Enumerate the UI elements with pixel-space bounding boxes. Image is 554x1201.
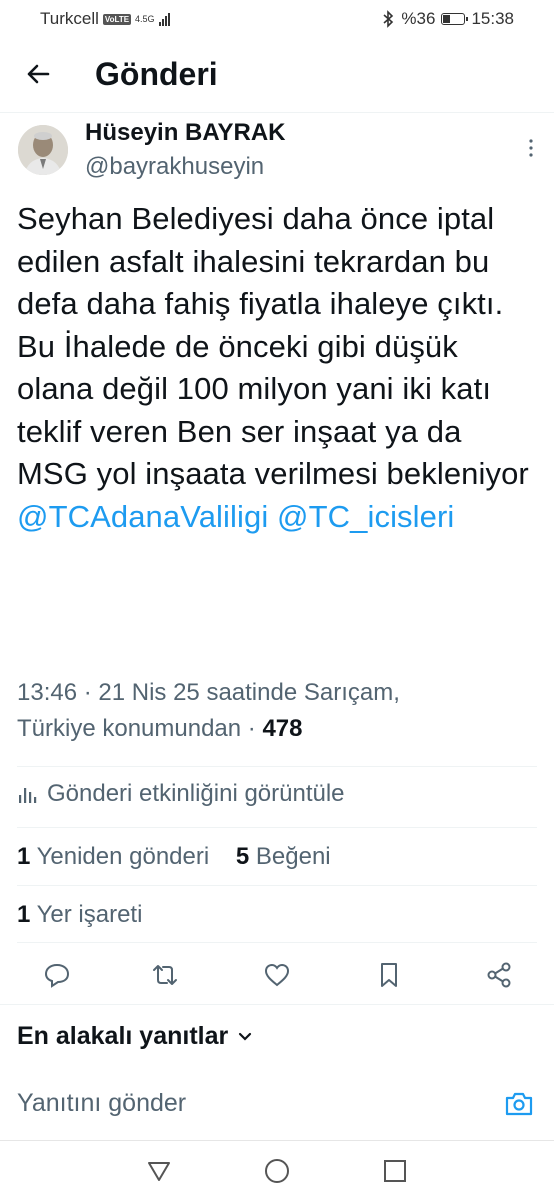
battery-icon — [441, 13, 469, 25]
author-name[interactable]: Hüseyin BAYRAK — [85, 119, 286, 147]
bookmarks-count: 1 — [17, 901, 31, 928]
mention-link[interactable]: @TCAdanaValiligi — [17, 499, 268, 534]
location-views: Türkiye konumundan · 478 — [17, 711, 537, 747]
bookmark-icon[interactable] — [374, 960, 404, 990]
divider — [17, 827, 537, 828]
status-left: Turkcell VoLTE 4.5G — [40, 9, 170, 29]
action-bar — [0, 955, 554, 997]
avatar[interactable] — [18, 125, 68, 175]
nav-back-icon[interactable] — [145, 1157, 173, 1185]
clock: 15:38 — [471, 9, 514, 28]
mention-link[interactable]: @TC_icisleri — [277, 499, 454, 534]
status-right: %36 15:38 — [381, 9, 514, 29]
tweet-body: Seyhan Belediyesi daha önce iptal edilen… — [17, 201, 529, 491]
reply-sort-dropdown[interactable]: En alakalı yanıtlar — [17, 1022, 252, 1051]
bookmarks-label: Yer işareti — [36, 901, 143, 928]
tweet-text: Seyhan Belediyesi daha önce iptal edilen… — [17, 198, 537, 538]
tweet-meta: 13:46 · 21 Nis 25 saatinde Sarıçam, Türk… — [17, 675, 537, 747]
nav-home-icon[interactable] — [263, 1157, 291, 1185]
signal-icon — [158, 12, 170, 26]
timestamp-location: 13:46 · 21 Nis 25 saatinde Sarıçam, — [17, 679, 400, 706]
activity-label: Gönderi etkinliğini görüntüle — [47, 780, 345, 807]
reply-input[interactable]: Yanıtını gönder — [17, 1089, 186, 1118]
bluetooth-icon — [383, 10, 394, 28]
share-icon[interactable] — [484, 960, 514, 990]
page-title: Gönderi — [95, 56, 218, 92]
system-nav-bar — [0, 1140, 554, 1201]
likes-label: Beğeni — [255, 843, 331, 870]
back-arrow-icon[interactable] — [22, 58, 54, 90]
likes-stat[interactable]: 5 Beğeni — [236, 843, 331, 870]
reposts-stat[interactable]: 1 Yeniden gönderi — [17, 843, 209, 870]
likes-count: 5 — [235, 843, 250, 870]
nav-recents-icon[interactable] — [381, 1157, 409, 1185]
sort-label: En alakalı yanıtlar — [17, 1022, 229, 1050]
carrier-label: Turkcell — [40, 9, 99, 28]
top-bar: Gönderi — [0, 40, 554, 113]
battery-percent: %36 — [401, 9, 436, 28]
status-bar: Turkcell VoLTE 4.5G %36 15:38 — [0, 0, 554, 38]
stats-row: 1 Yeniden gönderi 5 Beğeni — [17, 843, 331, 871]
camera-icon[interactable] — [504, 1090, 534, 1118]
analytics-icon — [19, 788, 37, 803]
bookmarks-stat[interactable]: 1 Yer işareti — [17, 901, 142, 929]
divider — [17, 885, 537, 886]
divider — [17, 942, 537, 943]
like-icon[interactable] — [262, 960, 292, 990]
avatar-photo — [18, 125, 68, 175]
views-count: 478 — [262, 715, 303, 742]
reply-icon[interactable] — [42, 960, 72, 990]
volte-badge: VoLTE — [102, 13, 132, 25]
more-options-icon[interactable] — [528, 138, 534, 158]
reposts-label: Yeniden gönderi — [36, 843, 210, 870]
divider — [17, 766, 537, 767]
location-label: Türkiye konumundan · — [17, 715, 263, 742]
chevron-down-icon — [239, 1032, 252, 1041]
network-label: 4.5G — [135, 14, 155, 24]
author-handle[interactable]: @bayrakhuseyin — [85, 153, 264, 181]
view-activity-link[interactable]: Gönderi etkinliğini görüntüle — [17, 780, 345, 808]
reposts-count: 1 — [17, 843, 31, 870]
repost-icon[interactable] — [150, 960, 180, 990]
divider — [0, 1004, 554, 1005]
